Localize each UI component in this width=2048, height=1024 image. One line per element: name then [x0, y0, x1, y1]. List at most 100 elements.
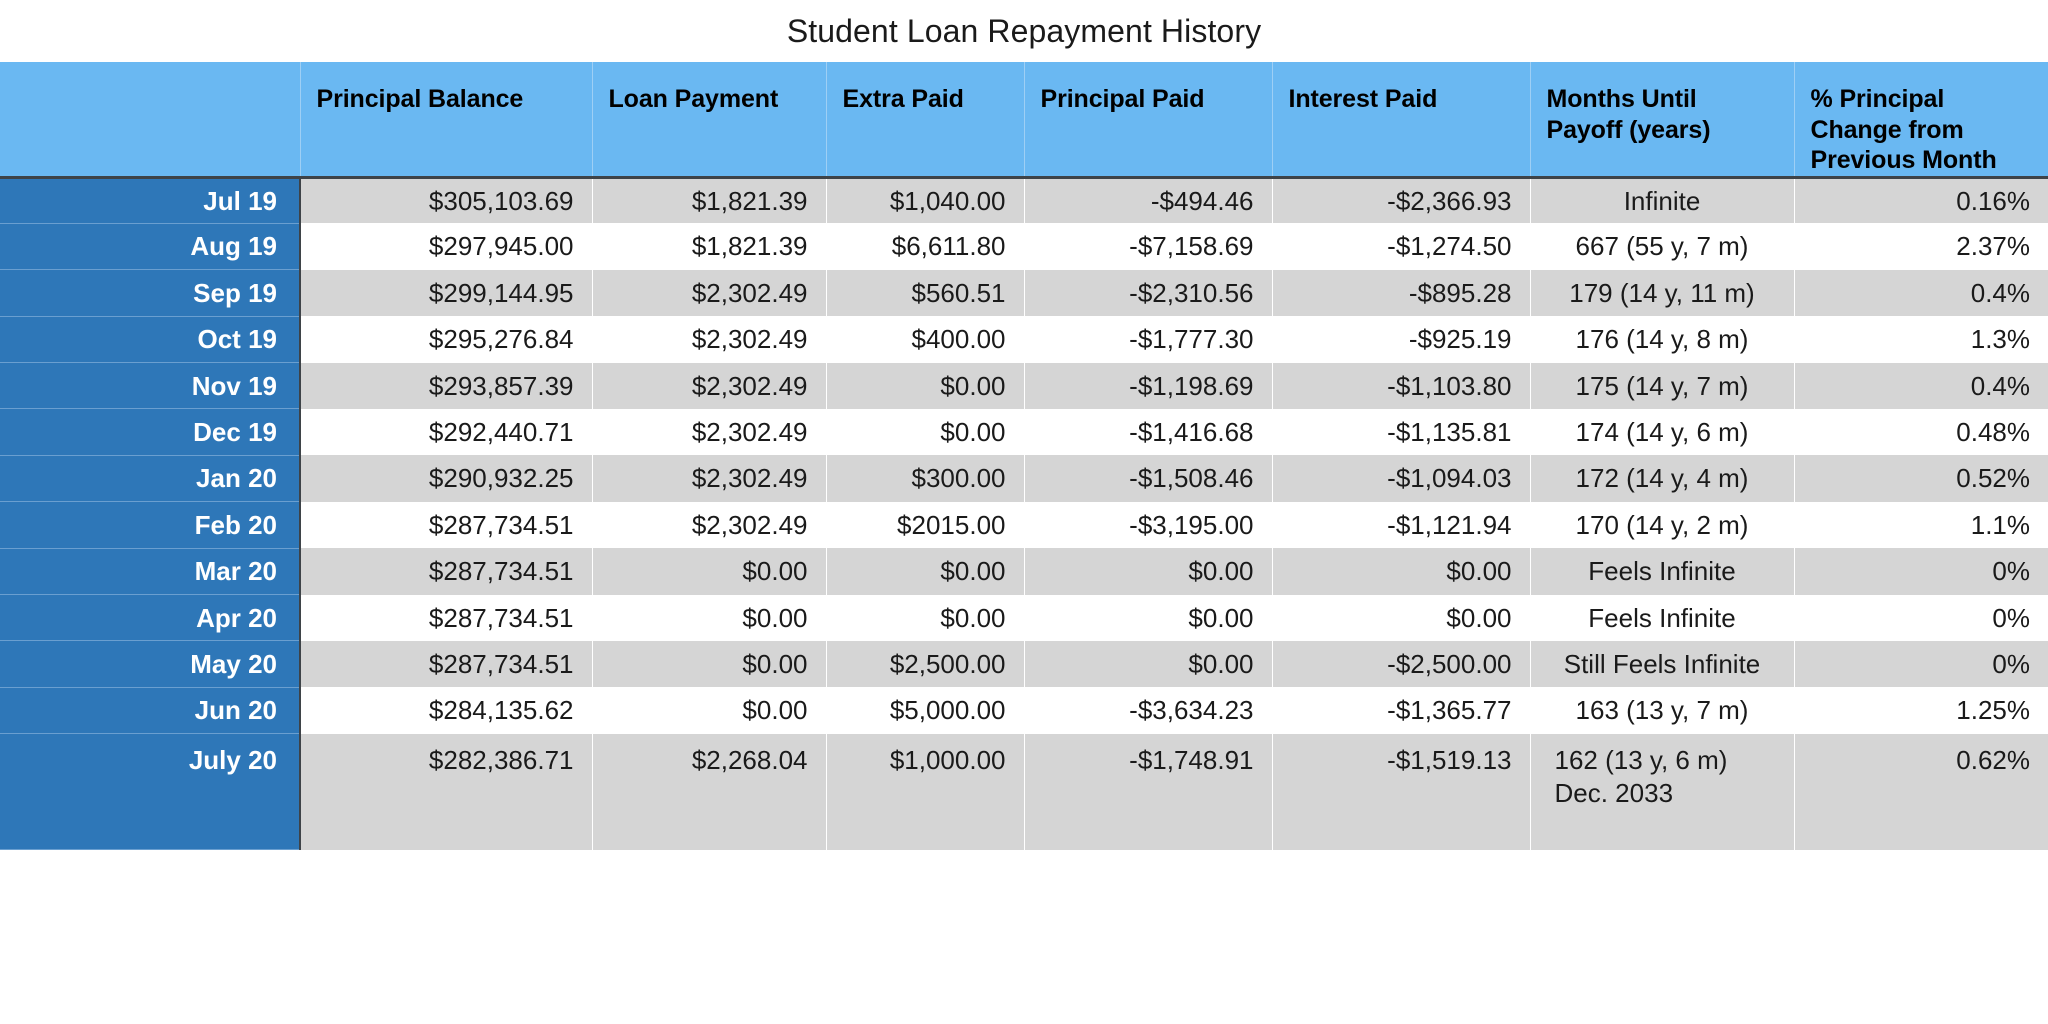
- cell-months-until-payoff: 179 (14 y, 11 m): [1530, 269, 1795, 317]
- row-label-oct-19[interactable]: Oct 19: [0, 316, 301, 364]
- row-label-jul-19[interactable]: Jul 19: [0, 177, 301, 224]
- cell-loan-payment: $2,302.49: [592, 362, 827, 409]
- cell-principal-paid: -$2,310.56: [1024, 269, 1273, 317]
- table-row: Mar 20 $287,734.51 $0.00 $0.00 $0.00 $0.00 Fee…: [0, 548, 2048, 596]
- cell-loan-payment: $1,821.39: [592, 177, 827, 224]
- months-until-payoff-date: Dec. 2033: [1554, 778, 1674, 809]
- cell-principal-balance: $287,734.51: [300, 640, 593, 688]
- cell-principal-paid: $0.00: [1024, 640, 1273, 688]
- cell-extra-paid: $300.00: [826, 455, 1025, 502]
- cell-principal-paid: -$1,416.68: [1024, 408, 1273, 456]
- row-label-mar-20[interactable]: Mar 20: [0, 548, 301, 596]
- cell-principal-balance: $290,932.25: [300, 455, 593, 502]
- loan-repayment-table: Principal Balance Loan Payment Extra Pai…: [0, 62, 2048, 851]
- cell-months-until-payoff: Still Feels Infinite: [1530, 640, 1795, 688]
- cell-interest-paid: -$1,365.77: [1272, 687, 1531, 734]
- row-label-sep-19[interactable]: Sep 19: [0, 269, 301, 317]
- row-label-aug-19[interactable]: Aug 19: [0, 223, 301, 271]
- row-label-july-20[interactable]: July 20: [0, 733, 301, 851]
- cell-principal-paid: $0.00: [1024, 548, 1273, 595]
- table-row: Jun 20 $284,135.62 $0.00 $5,000.00 -$3,634.2…: [0, 687, 2048, 735]
- cell-interest-paid: -$1,094.03: [1272, 455, 1531, 502]
- table-row: Feb 20 $287,734.51 $2,302.49 $2015.00 -$3,19…: [0, 501, 2048, 549]
- table-row: May 20 $287,734.51 $0.00 $2,500.00 $0.00 -$2,…: [0, 640, 2048, 688]
- cell-pct-principal-change: 0.4%: [1794, 362, 2048, 409]
- cell-interest-paid: -$1,121.94: [1272, 501, 1531, 549]
- table-row: Sep 19 $299,144.95 $2,302.49 $560.51 -$2,310…: [0, 269, 2048, 317]
- table-row: July 20 $282,386.71 $2,268.04 $1,000.00 -$1,…: [0, 733, 2048, 851]
- cell-months-until-payoff: 163 (13 y, 7 m): [1530, 687, 1795, 734]
- table-row: Aug 19 $297,945.00 $1,821.39 $6,611.80 -$7,1…: [0, 223, 2048, 271]
- row-label-dec-19[interactable]: Dec 19: [0, 408, 301, 456]
- cell-interest-paid: -$925.19: [1272, 316, 1531, 363]
- table-row: Apr 20 $287,734.51 $0.00 $0.00 $0.00 $0.00 Fee…: [0, 594, 2048, 642]
- cell-pct-principal-change: 2.37%: [1794, 223, 2048, 270]
- row-label-jun-20[interactable]: Jun 20: [0, 687, 301, 735]
- cell-principal-paid: -$1,198.69: [1024, 362, 1273, 409]
- header-cell-principal-balance[interactable]: Principal Balance: [300, 62, 593, 177]
- cell-extra-paid: $0.00: [826, 362, 1025, 409]
- cell-interest-paid: -$1,135.81: [1272, 408, 1531, 456]
- header-cell-interest-paid[interactable]: Interest Paid: [1272, 62, 1531, 177]
- cell-pct-principal-change: 1.3%: [1794, 316, 2048, 363]
- cell-loan-payment: $2,302.49: [592, 316, 827, 363]
- row-label-jan-20[interactable]: Jan 20: [0, 455, 301, 503]
- cell-principal-paid: -$1,508.46: [1024, 455, 1273, 502]
- cell-pct-principal-change: 0%: [1794, 640, 2048, 688]
- header-cell-extra-paid[interactable]: Extra Paid: [826, 62, 1025, 177]
- cell-interest-paid: -$2,366.93: [1272, 177, 1531, 224]
- cell-pct-principal-change: 1.25%: [1794, 687, 2048, 734]
- table-body: Jul 19 $305,103.69 $1,821.39 $1,040.00 -$494…: [0, 177, 2048, 851]
- table-row: Jul 19 $305,103.69 $1,821.39 $1,040.00 -$494…: [0, 177, 2048, 224]
- header-cell-pct-principal-change[interactable]: % Principal Change from Previous Month: [1794, 62, 2048, 177]
- header-cell-loan-payment[interactable]: Loan Payment: [592, 62, 827, 177]
- cell-pct-principal-change: 0%: [1794, 548, 2048, 595]
- cell-extra-paid: $0.00: [826, 548, 1025, 595]
- cell-principal-balance: $282,386.71: [300, 733, 593, 850]
- table-row: Oct 19 $295,276.84 $2,302.49 $400.00 -$1,777…: [0, 316, 2048, 364]
- cell-interest-paid: -$2,500.00: [1272, 640, 1531, 688]
- cell-loan-payment: $2,302.49: [592, 501, 827, 549]
- header-cell-months-until-payoff[interactable]: Months Until Payoff (years): [1530, 62, 1795, 177]
- cell-interest-paid: $0.00: [1272, 594, 1531, 641]
- cell-pct-principal-change: 0.4%: [1794, 269, 2048, 317]
- cell-months-until-payoff: 175 (14 y, 7 m): [1530, 362, 1795, 409]
- cell-loan-payment: $0.00: [592, 687, 827, 734]
- cell-loan-payment: $0.00: [592, 594, 827, 641]
- header-cell-principal-paid[interactable]: Principal Paid: [1024, 62, 1273, 177]
- cell-principal-balance: $299,144.95: [300, 269, 593, 317]
- cell-extra-paid: $2015.00: [826, 501, 1025, 549]
- cell-interest-paid: $0.00: [1272, 548, 1531, 595]
- page-title: Student Loan Repayment History: [786, 12, 1262, 49]
- cell-extra-paid: $2,500.00: [826, 640, 1025, 688]
- page-root: Student Loan Repayment History Principal…: [0, 0, 2048, 1024]
- cell-interest-paid: -$1,103.80: [1272, 362, 1531, 409]
- cell-pct-principal-change: 1.1%: [1794, 501, 2048, 549]
- cell-months-until-payoff: 176 (14 y, 8 m): [1530, 316, 1795, 363]
- cell-months-until-payoff: 667 (55 y, 7 m): [1530, 223, 1795, 270]
- cell-principal-paid: -$494.46: [1024, 177, 1273, 224]
- cell-loan-payment: $0.00: [592, 640, 827, 688]
- cell-interest-paid: -$1,519.13: [1272, 733, 1531, 850]
- cell-pct-principal-change: 0%: [1794, 594, 2048, 641]
- title-bar: Student Loan Repayment History: [0, 0, 2048, 62]
- row-label-may-20[interactable]: May 20: [0, 640, 301, 688]
- row-label-apr-20[interactable]: Apr 20: [0, 594, 301, 642]
- cell-loan-payment: $2,302.49: [592, 408, 827, 456]
- header-cell-corner: [0, 62, 301, 177]
- cell-months-until-payoff: 174 (14 y, 6 m): [1530, 408, 1795, 456]
- row-label-feb-20[interactable]: Feb 20: [0, 501, 301, 549]
- cell-extra-paid: $0.00: [826, 594, 1025, 641]
- months-until-payoff-value: 162 (13 y, 6 m): [1554, 744, 1728, 775]
- cell-principal-paid: -$3,195.00: [1024, 501, 1273, 549]
- cell-principal-balance: $292,440.71: [300, 408, 593, 456]
- row-label-nov-19[interactable]: Nov 19: [0, 362, 301, 410]
- cell-loan-payment: $2,268.04: [592, 733, 827, 850]
- table-header: Principal Balance Loan Payment Extra Pai…: [0, 62, 2048, 177]
- cell-interest-paid: -$895.28: [1272, 269, 1531, 317]
- cell-principal-balance: $287,734.51: [300, 548, 593, 595]
- cell-extra-paid: $0.00: [826, 408, 1025, 456]
- cell-extra-paid: $560.51: [826, 269, 1025, 317]
- cell-loan-payment: $2,302.49: [592, 269, 827, 317]
- cell-principal-balance: $293,857.39: [300, 362, 593, 409]
